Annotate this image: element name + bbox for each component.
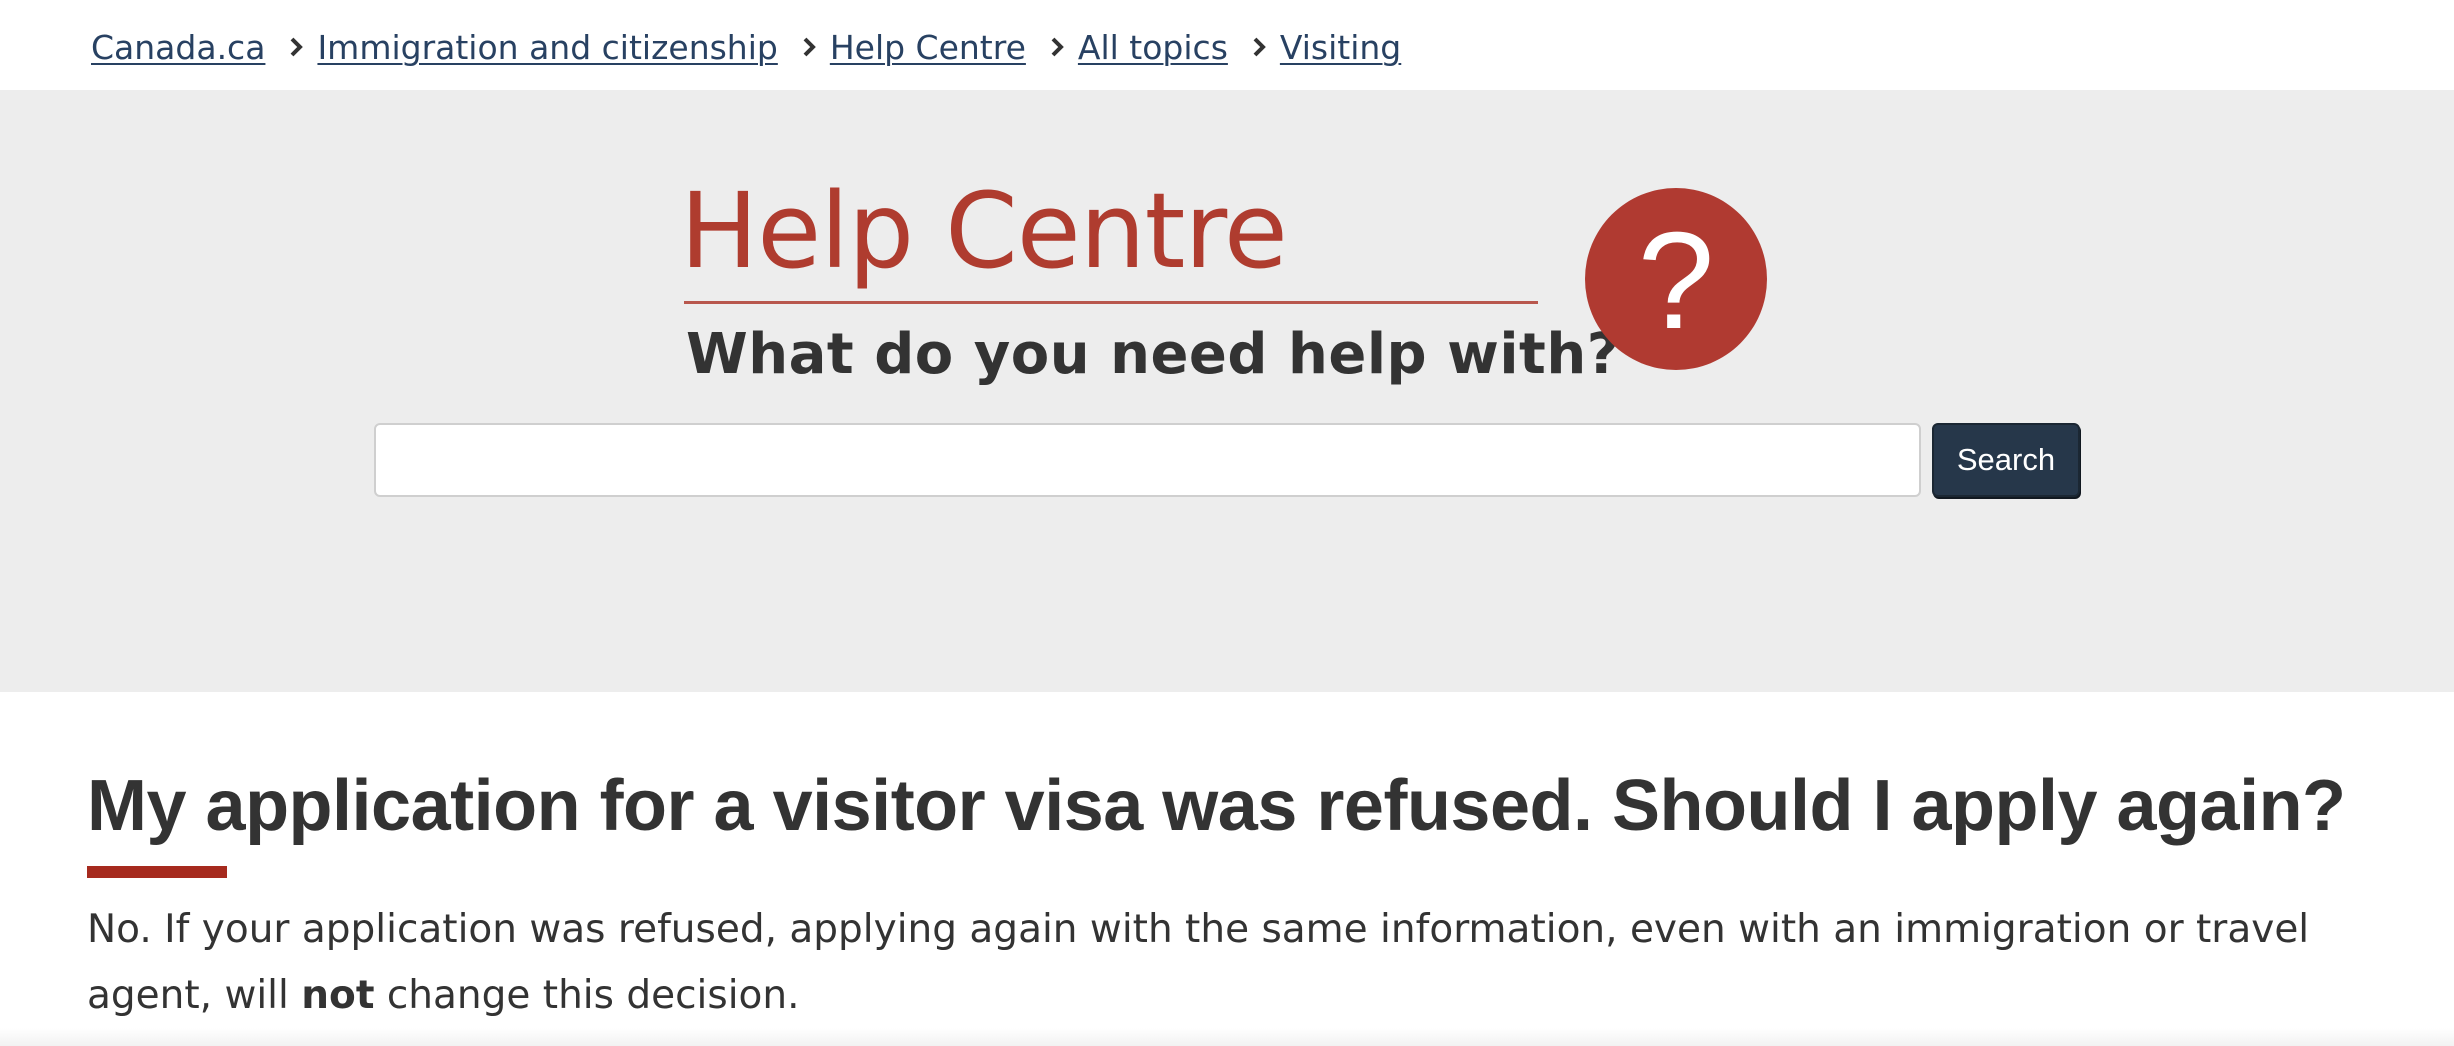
help-centre-subtitle: What do you need help with? — [686, 322, 1620, 387]
breadcrumb-item-visiting: Visiting — [1228, 28, 1401, 67]
breadcrumb-link-all-topics[interactable]: All topics — [1078, 28, 1228, 67]
chevron-right-icon — [1051, 37, 1064, 57]
chevron-right-icon — [291, 37, 304, 57]
answer-paragraph: No. If your application was refused, app… — [87, 897, 2387, 1029]
breadcrumb-item-immigration: Immigration and citizenship — [265, 28, 778, 67]
breadcrumb-link-canada[interactable]: Canada.ca — [91, 28, 265, 67]
breadcrumb-link-immigration[interactable]: Immigration and citizenship — [317, 28, 777, 67]
question-mark-icon: ? — [1585, 188, 1767, 370]
help-centre-title: Help Centre — [680, 170, 1288, 292]
answer-emphasis: not — [301, 973, 375, 1018]
help-centre-banner: Help Centre What do you need help with? … — [0, 90, 2454, 692]
breadcrumb: Canada.ca Immigration and citizenship He… — [0, 0, 2454, 90]
title-accent-bar — [87, 866, 227, 878]
chevron-right-icon — [803, 37, 816, 57]
breadcrumb-item-canada: Canada.ca — [91, 28, 265, 67]
search-button[interactable]: Search — [1932, 423, 2080, 497]
page-title: My application for a visitor visa was re… — [87, 766, 2346, 846]
answer-text-part2: change this decision. — [374, 973, 800, 1018]
breadcrumb-link-help-centre[interactable]: Help Centre — [830, 28, 1026, 67]
breadcrumb-item-help-centre: Help Centre — [778, 28, 1026, 67]
breadcrumb-link-visiting[interactable]: Visiting — [1280, 28, 1401, 67]
bottom-fade — [0, 1028, 2454, 1046]
search-input[interactable] — [374, 423, 1921, 497]
title-divider — [684, 301, 1538, 304]
chevron-right-icon — [1253, 37, 1266, 57]
breadcrumb-item-all-topics: All topics — [1026, 28, 1228, 67]
question-mark-glyph: ? — [1637, 204, 1715, 358]
